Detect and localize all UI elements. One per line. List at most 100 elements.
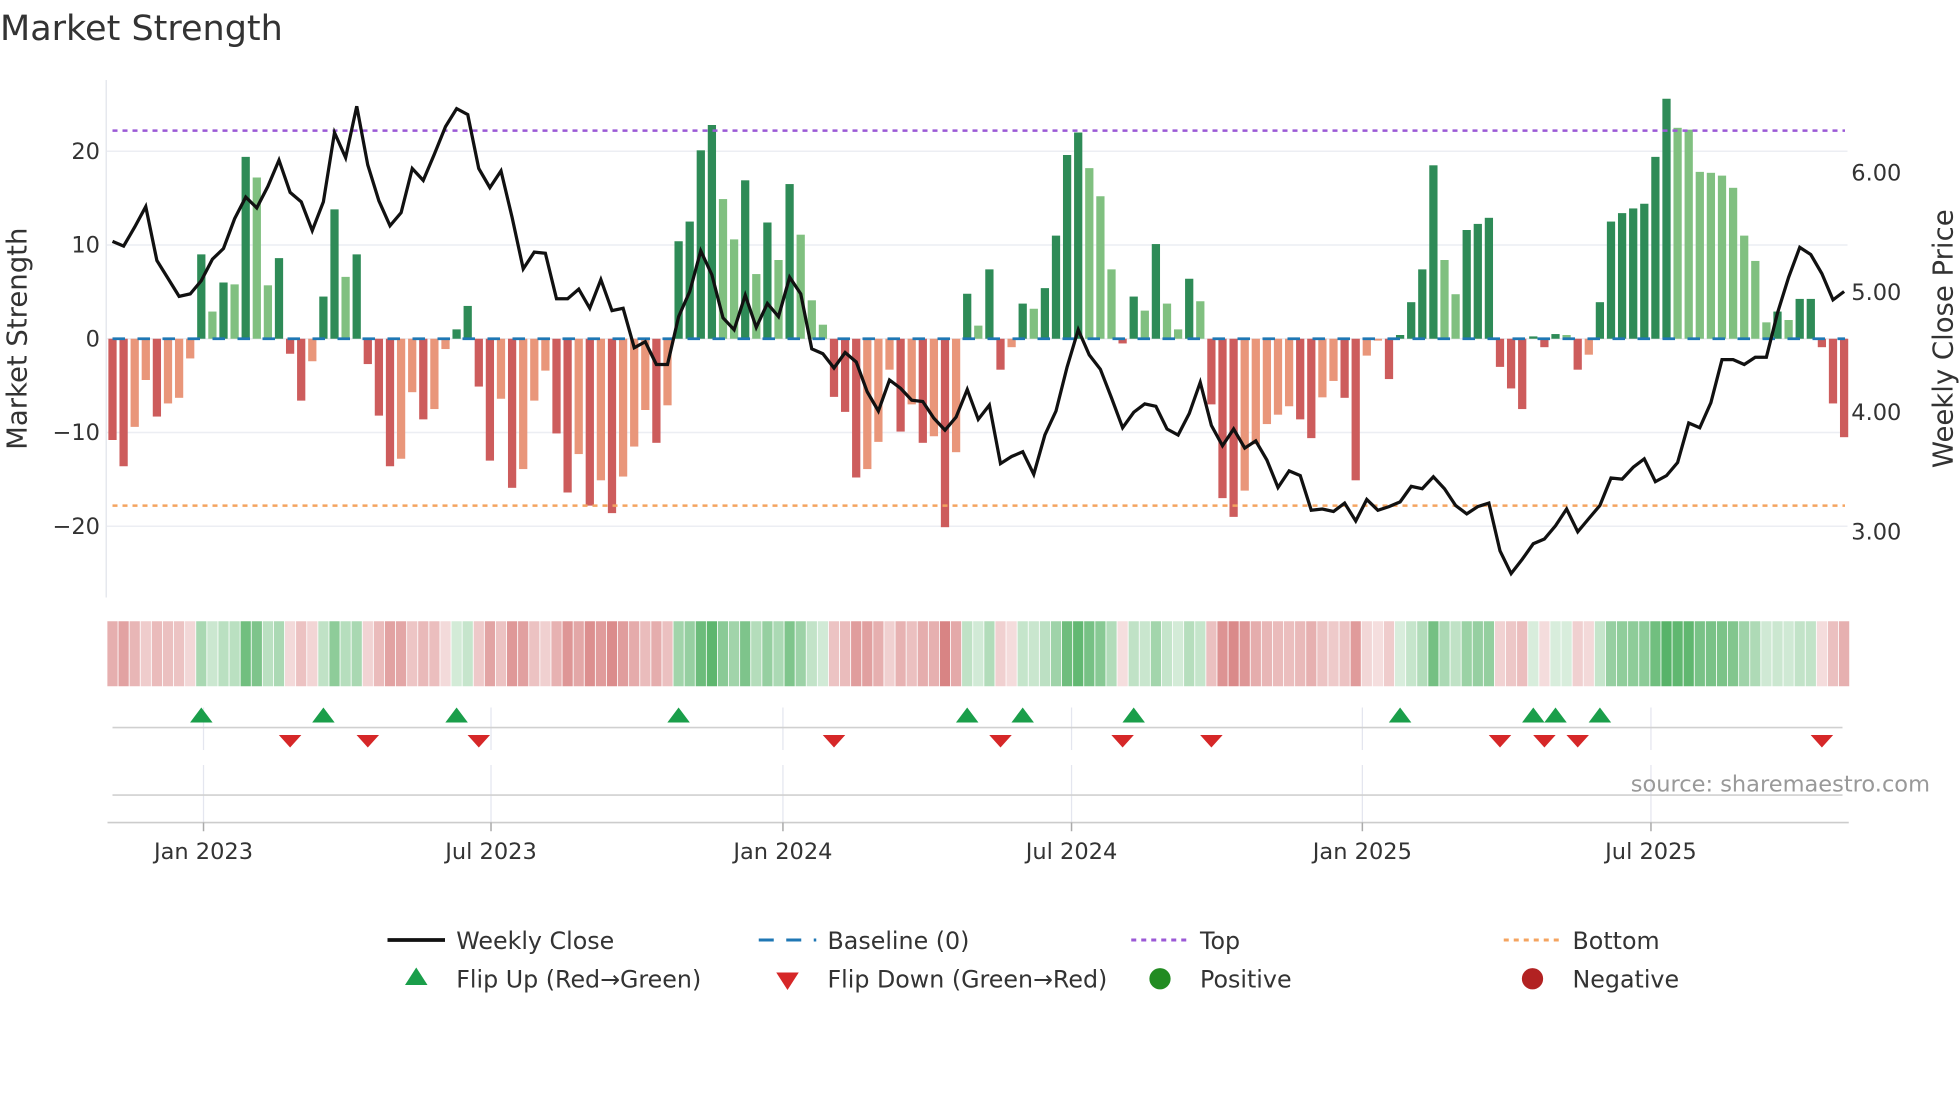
strength-bar: [1096, 196, 1105, 339]
heat-strip-cell: [884, 621, 895, 687]
flip-down-marker: [467, 735, 491, 748]
y2-axis-title: Weekly Close Price: [1928, 209, 1960, 468]
heat-strip-cell: [162, 621, 174, 687]
strength-bar: [1651, 156, 1660, 339]
heat-strip-cell: [1428, 621, 1439, 687]
strength-bar: [452, 329, 461, 339]
strength-bar: [552, 338, 561, 434]
strength-bar: [1351, 338, 1360, 481]
heat-strip-cell: [773, 621, 784, 687]
heat-strip-cell: [284, 621, 296, 687]
heat-strip-cell: [1528, 621, 1539, 687]
strength-bar: [596, 338, 606, 481]
strength-bar: [430, 338, 439, 410]
strength-bar: [918, 338, 927, 443]
y2-tick-label: 4.00: [1851, 400, 1901, 426]
strength-bar: [951, 338, 961, 453]
heat-strip-cell: [1017, 621, 1028, 687]
heat-strip-cell: [995, 621, 1006, 687]
strength-bar: [396, 338, 406, 459]
strength-bar: [1806, 298, 1815, 339]
heat-strip-cell: [318, 621, 329, 687]
heat-strip-cell: [1594, 621, 1606, 687]
strength-bar: [186, 338, 195, 359]
heat-strip-cell: [1239, 621, 1250, 687]
strength-bar: [1606, 221, 1616, 339]
y-tick-label: 0: [86, 326, 100, 352]
heat-strip-cell: [551, 621, 562, 687]
heat-strip-cell: [1206, 621, 1217, 687]
strength-bar: [1273, 338, 1283, 415]
heat-strip-cell: [251, 621, 262, 687]
heat-strip-cell: [584, 621, 595, 687]
heat-strip-cell: [873, 621, 884, 687]
strength-bar: [985, 269, 994, 339]
heat-strip-cell: [1195, 621, 1206, 687]
heat-strip-cell: [1450, 621, 1461, 687]
strength-bar: [1506, 338, 1516, 389]
heat-strip-cell: [484, 621, 496, 687]
heat-strip-cell: [351, 621, 362, 687]
strength-bar: [840, 338, 850, 412]
heat-strip-cell: [1150, 621, 1162, 687]
heat-strip-cell: [1217, 621, 1228, 687]
legend-bottom-label: Bottom: [1573, 927, 1660, 955]
strength-bar: [1418, 269, 1427, 339]
strength-bar: [1451, 294, 1460, 339]
heat-strip-cell: [440, 621, 451, 687]
strength-bar: [1740, 235, 1749, 339]
y-tick-label: 10: [71, 233, 100, 259]
legend-negative-icon: [1521, 968, 1544, 990]
heat-strip-cell: [1250, 621, 1261, 687]
strength-bar: [1185, 278, 1194, 339]
heat-strip-cell: [1028, 621, 1039, 687]
strength-bar: [408, 338, 417, 393]
heat-strip-cell: [1672, 621, 1683, 687]
heat-strip-cell: [1561, 621, 1572, 687]
heat-strip-cell: [395, 621, 407, 687]
strength-bar: [1629, 208, 1638, 339]
heat-strip-cell: [196, 621, 207, 687]
heat-strip: [107, 621, 1850, 687]
heat-strip-cell: [1272, 621, 1284, 687]
heat-strip-cell: [1372, 621, 1384, 687]
strength-bar: [996, 338, 1005, 370]
strength-bar: [530, 338, 539, 401]
strength-bar: [285, 338, 295, 354]
heat-strip-cell: [1084, 621, 1095, 687]
heat-strip-cell: [673, 621, 684, 687]
heat-strip-cell: [895, 621, 906, 687]
flip-up-marker: [445, 707, 468, 723]
heat-strip-cell: [273, 621, 285, 687]
heat-strip-cell: [107, 621, 118, 687]
heat-strip-cell: [1061, 621, 1073, 687]
heat-strip-cell: [129, 621, 140, 687]
legend-positive-label: Positive: [1200, 966, 1292, 994]
heat-strip-cell: [1727, 621, 1739, 687]
strength-bar: [1440, 260, 1449, 339]
legend-top-label: Top: [1199, 927, 1240, 955]
heat-strip-cell: [1616, 621, 1628, 687]
flip-down-marker: [1533, 735, 1556, 748]
heat-strip-cell: [418, 621, 429, 687]
strength-bar: [1617, 213, 1627, 339]
strength-bar: [763, 222, 772, 339]
flip-up-marker: [1544, 707, 1567, 723]
heat-strip-cell: [1383, 621, 1395, 687]
strength-bar: [219, 282, 228, 339]
heat-strip-cell: [1439, 621, 1450, 687]
heat-strip-cell: [962, 621, 973, 687]
strength-bar: [1518, 338, 1527, 410]
strength-bar: [519, 338, 528, 470]
chart-title: Market Strength: [0, 9, 283, 49]
strength-bar: [818, 324, 828, 339]
heat-strip-cell: [1761, 621, 1772, 687]
strength-bar: [1051, 235, 1061, 339]
flip-down-marker: [1810, 735, 1834, 748]
strength-bar: [630, 338, 639, 447]
strength-bar: [352, 254, 361, 339]
heat-strip-cell: [662, 621, 673, 687]
strength-bar: [1240, 338, 1249, 491]
heat-strip-cell: [1705, 621, 1717, 687]
heat-strip-cell: [362, 621, 373, 687]
